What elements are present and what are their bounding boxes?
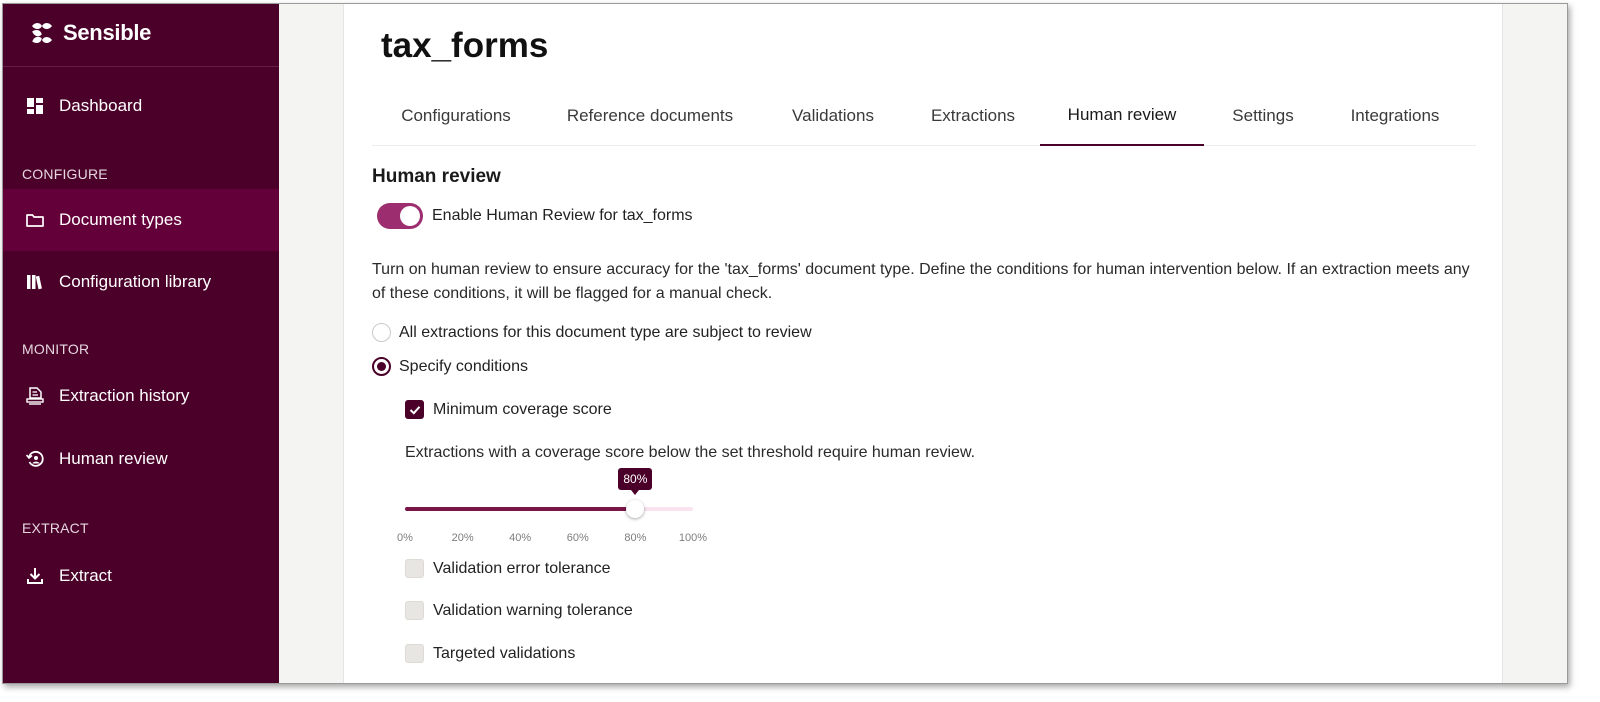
library-icon	[25, 272, 45, 292]
page-title: tax_forms	[381, 26, 549, 65]
enable-human-review-toggle[interactable]	[377, 203, 423, 229]
tab-extractions[interactable]: Extractions	[906, 86, 1040, 146]
sidebar-item-label: Dashboard	[59, 96, 143, 115]
slider-value-tooltip: 80%	[618, 468, 653, 495]
sidebar-item-label: Configuration library	[59, 272, 212, 291]
brand-logo[interactable]: Sensible	[29, 18, 151, 48]
sidebar-item-human-review[interactable]: Human review	[3, 428, 279, 490]
section-label-monitor: MONITOR	[22, 341, 90, 357]
tab-settings[interactable]: Settings	[1204, 86, 1322, 146]
sidebar-item-document-types[interactable]: Document types	[3, 189, 279, 251]
human-review-description: Turn on human review to ensure accuracy …	[372, 261, 1470, 302]
sidebar-divider	[3, 66, 279, 67]
tab-integrations[interactable]: Integrations	[1322, 86, 1468, 146]
coverage-threshold-description: Extractions with a coverage score below …	[405, 444, 976, 461]
sidebar-item-extraction-history[interactable]: Extraction history	[3, 365, 279, 427]
slider-tick-label: 0%	[397, 532, 413, 544]
checkbox-validation-warning-tolerance[interactable]	[405, 601, 424, 620]
slider-tick-label: 20%	[451, 532, 474, 544]
sidebar-item-label: Extraction history	[59, 386, 190, 405]
sidebar-item-label: Document types	[59, 210, 182, 229]
app-window: Sensible Dashboard CONFIGURE Document ty…	[2, 3, 1568, 684]
checkbox-label-validation-error-tolerance: Validation error tolerance	[433, 560, 611, 577]
brand-name: Sensible	[63, 20, 152, 45]
toggle-label: Enable Human Review for tax_forms	[432, 207, 693, 224]
tab-bar: Configurations Reference documents Valid…	[372, 86, 1476, 146]
tab-human-review[interactable]: Human review	[1040, 86, 1204, 146]
checkmark-icon	[409, 406, 421, 415]
radio-label-all-extractions: All extractions for this document type a…	[399, 324, 812, 341]
sidebar: Sensible Dashboard CONFIGURE Document ty…	[3, 4, 279, 683]
section-label-extract: EXTRACT	[22, 520, 89, 536]
radio-label-specify-conditions: Specify conditions	[399, 358, 528, 375]
checkbox-label-validation-warning-tolerance: Validation warning tolerance	[433, 602, 633, 619]
sensible-logo-icon	[32, 23, 52, 43]
slider-tick-label: 60%	[566, 532, 589, 544]
main-panel: tax_forms Configurations Reference docum…	[343, 4, 1503, 683]
sidebar-item-label: Human review	[59, 449, 168, 468]
checkbox-label-minimum-coverage: Minimum coverage score	[433, 401, 612, 418]
document-history-icon	[25, 386, 45, 406]
section-label-configure: CONFIGURE	[22, 166, 108, 182]
sidebar-item-label: Extract	[59, 566, 112, 585]
folder-icon	[25, 210, 45, 230]
checkbox-targeted-validations[interactable]	[405, 644, 424, 663]
download-icon	[25, 566, 45, 586]
slider-fill	[405, 507, 636, 511]
tab-validations[interactable]: Validations	[760, 86, 906, 146]
tab-reference-documents[interactable]: Reference documents	[540, 86, 760, 146]
checkbox-validation-error-tolerance[interactable]	[405, 559, 424, 578]
checkbox-minimum-coverage[interactable]	[405, 400, 424, 419]
sidebar-item-configuration-library[interactable]: Configuration library	[3, 251, 279, 313]
review-history-icon	[25, 449, 45, 469]
radio-all-extractions[interactable]	[372, 323, 391, 342]
slider-thumb[interactable]	[626, 500, 645, 518]
slider-tick-label: 80%	[624, 532, 647, 544]
sidebar-item-extract[interactable]: Extract	[3, 545, 279, 607]
slider-tick-label: 40%	[509, 532, 532, 544]
sidebar-item-dashboard[interactable]: Dashboard	[3, 75, 279, 137]
dashboard-icon	[25, 96, 45, 116]
toggle-knob	[400, 206, 420, 226]
section-title: Human review	[372, 166, 501, 187]
coverage-score-slider[interactable]: 80%	[405, 468, 693, 518]
radio-specify-conditions[interactable]	[372, 357, 391, 376]
tab-configurations[interactable]: Configurations	[372, 86, 540, 146]
checkbox-label-targeted-validations: Targeted validations	[433, 645, 576, 662]
slider-tick-label: 100%	[678, 532, 708, 544]
